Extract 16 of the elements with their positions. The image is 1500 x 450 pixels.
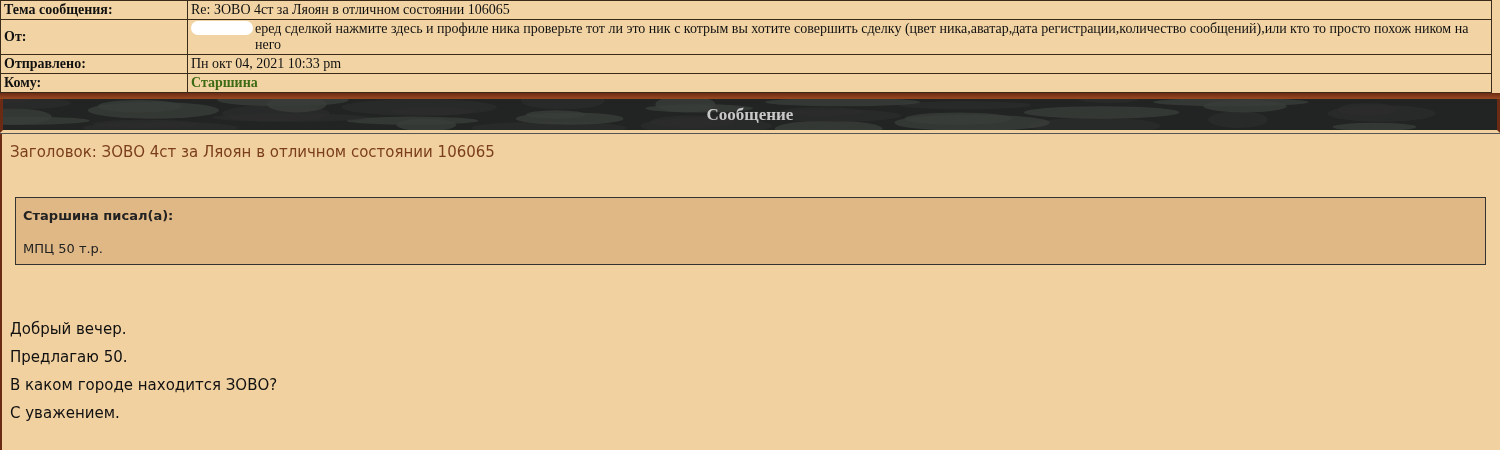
message-subject: Заголовок: ЗОВО 4ст за Ляоян в отличном состоянии 106065: [10, 143, 496, 161]
field-label: Кому:: [0, 73, 188, 93]
message-line: Добрый вечер.: [10, 319, 128, 340]
message-line: С уважением.: [10, 403, 121, 424]
field-value: Re: ЗОВО 4ст за Ляоян в отличном состоянии 106065: [191, 2, 510, 18]
message-line: Предлагаю 50.: [10, 347, 129, 368]
username-link[interactable]: Старшина: [191, 75, 258, 91]
field-value: еред сделкой нажмите здесь и профиле ника проверьте тот ли это ник с котрым вы хотите совершить сделку (цвет ника,аватар,дата регистрации,количество сообщений),или кто то просто похож ником на него: [255, 21, 1470, 53]
message-line: В каком городе находится ЗОВО?: [10, 375, 279, 396]
section-header: Сообщение: [0, 99, 1500, 133]
quote-text: МПЦ 50 т.р.: [23, 241, 104, 256]
field-label: Тема сообщения:: [0, 0, 188, 20]
field-label: Отправлено:: [0, 54, 188, 74]
quote-author: Старшина писал(а):: [23, 208, 175, 223]
field-label: От:: [0, 19, 188, 55]
field-value: Пн окт 04, 2021 10:33 pm: [191, 56, 342, 72]
